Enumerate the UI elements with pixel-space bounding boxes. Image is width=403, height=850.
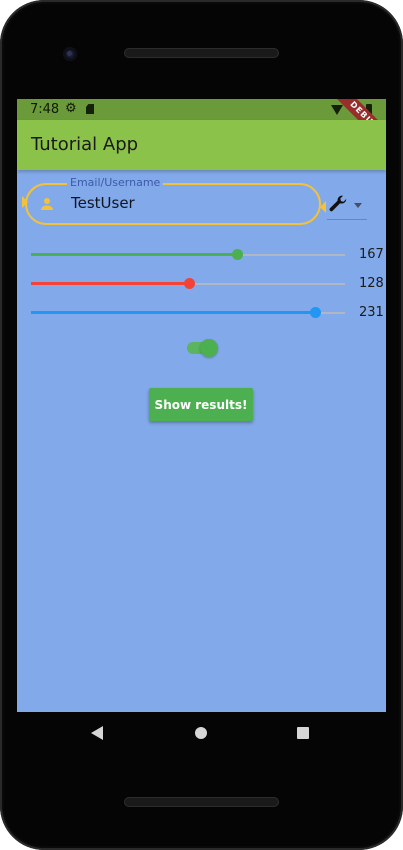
slider-active-track [31,311,315,314]
slider-thumb[interactable] [184,278,195,289]
slider-green-value: 167 [359,247,384,262]
bottom-speaker [124,797,279,807]
wrench-icon [329,195,347,212]
top-speaker [124,48,279,58]
status-bar: 7:48 ⚙ DEBUG [17,99,386,157]
slider-thumb[interactable] [310,307,321,318]
front-camera [63,47,77,61]
slider-blue-value: 231 [359,305,384,320]
show-results-button[interactable]: Show results! [149,388,253,421]
sd-card-icon [86,104,94,114]
slider-thumb[interactable] [232,249,243,260]
page-title: Tutorial App [31,134,139,155]
slider-red[interactable] [31,278,345,290]
navigation-bar [17,712,386,754]
slider-active-track [31,253,237,256]
person-icon [41,198,53,210]
field-border-arrow-right [320,201,326,213]
toggle-switch[interactable] [187,339,218,357]
email-field-value: TestUser [71,194,135,212]
slider-active-track [31,282,189,285]
slider-red-value: 128 [359,276,384,291]
email-field[interactable]: Email/Username TestUser [25,176,321,225]
tool-dropdown[interactable] [327,193,367,220]
slider-blue[interactable] [31,307,345,319]
status-time: 7:48 [30,102,60,117]
home-icon[interactable] [195,727,207,739]
device-frame: 7:48 ⚙ DEBUG Tutorial App Email/Username… [0,0,403,850]
recent-apps-icon[interactable] [297,727,309,739]
email-field-label: Email/Username [67,176,164,189]
slider-green[interactable] [31,249,345,261]
back-icon[interactable] [91,726,103,740]
app-bar: Tutorial App [17,120,386,170]
toggle-thumb [200,339,218,357]
app-screen: 7:48 ⚙ DEBUG Tutorial App Email/Username… [17,99,386,712]
gear-icon: ⚙ [65,101,77,116]
wifi-icon [331,105,343,115]
chevron-down-icon [354,203,362,208]
